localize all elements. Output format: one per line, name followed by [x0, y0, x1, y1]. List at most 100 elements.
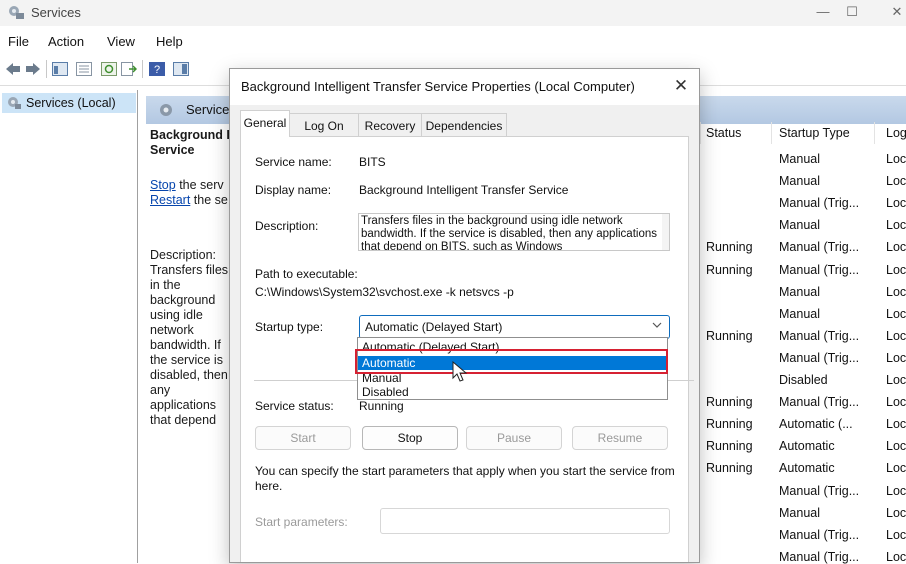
- maximize-button[interactable]: ☐: [842, 3, 862, 21]
- menu-view[interactable]: View: [107, 34, 135, 49]
- column-header-status[interactable]: Status: [706, 126, 741, 140]
- row-log-on: Loc: [886, 351, 906, 365]
- row-startup-type: Automatic (...: [779, 417, 853, 431]
- services-gear-icon: [6, 95, 22, 110]
- dialog-close-button[interactable]: ✕: [670, 75, 692, 97]
- console-tree: Services (Local): [0, 90, 138, 563]
- column-header-log-on[interactable]: Log: [886, 126, 906, 140]
- display-name-label: Display name:: [255, 183, 332, 197]
- column-header-startup-type[interactable]: Startup Type: [779, 126, 850, 140]
- column-separator: [700, 122, 701, 144]
- panel-header-label: Service: [186, 102, 230, 117]
- row-startup-type: Manual (Trig...: [779, 263, 860, 277]
- row-log-on: Loc: [886, 307, 906, 321]
- column-separator: [874, 122, 875, 144]
- row-log-on: Loc: [886, 329, 906, 343]
- row-log-on: Loc: [886, 263, 906, 277]
- highlight-annotation-box: [355, 349, 668, 374]
- export-list-icon[interactable]: [121, 62, 138, 76]
- row-status: Running: [706, 417, 753, 431]
- row-startup-type: Manual: [779, 174, 820, 188]
- menu-help[interactable]: Help: [156, 34, 183, 49]
- row-startup-type: Manual (Trig...: [779, 351, 860, 365]
- service-name-value: BITS: [359, 155, 386, 169]
- row-status: Running: [706, 395, 753, 409]
- display-name-value: Background Intelligent Transfer Service: [359, 183, 569, 197]
- start-params-input[interactable]: [380, 508, 670, 534]
- tree-item-label: Services (Local): [26, 96, 116, 110]
- path-value: C:\Windows\System32\svchost.exe -k netsv…: [255, 285, 514, 299]
- row-startup-type: Disabled: [779, 373, 828, 387]
- restart-link-rest: the se: [190, 193, 228, 207]
- resume-button[interactable]: Resume: [572, 426, 668, 450]
- row-status: Running: [706, 461, 753, 475]
- row-log-on: Loc: [886, 550, 906, 564]
- tab-recovery[interactable]: Recovery: [358, 113, 422, 136]
- row-status: Running: [706, 263, 753, 277]
- row-startup-type: Manual (Trig...: [779, 484, 860, 498]
- row-log-on: Loc: [886, 196, 906, 210]
- tree-item-services-local[interactable]: Services (Local): [2, 93, 136, 113]
- stop-link-rest: the serv: [175, 178, 224, 192]
- row-log-on: Loc: [886, 439, 906, 453]
- row-startup-type: Manual (Trig...: [779, 550, 860, 564]
- row-log-on: Loc: [886, 285, 906, 299]
- window-title: Services: [31, 5, 81, 20]
- stop-service-link[interactable]: Stop: [150, 178, 176, 192]
- row-log-on: Loc: [886, 218, 906, 232]
- row-startup-type: Manual: [779, 506, 820, 520]
- row-log-on: Loc: [886, 417, 906, 431]
- row-startup-type: Automatic: [779, 461, 835, 475]
- option-disabled[interactable]: Disabled: [358, 385, 667, 399]
- dialog-title-bar: Background Intelligent Transfer Service …: [230, 69, 699, 105]
- show-pane-icon[interactable]: [173, 62, 189, 76]
- service-description-text: Description: Transfers files in the back…: [150, 248, 229, 427]
- menu-bar: File Action View Help: [0, 30, 906, 52]
- menu-file[interactable]: File: [8, 34, 29, 49]
- start-button[interactable]: Start: [255, 426, 351, 450]
- row-startup-type: Manual: [779, 152, 820, 166]
- row-status: Running: [706, 240, 753, 254]
- description-scrollbar[interactable]: [662, 214, 669, 250]
- title-bar: Services — ☐ ✕: [0, 0, 906, 26]
- stop-button[interactable]: Stop: [362, 426, 458, 450]
- properties-dialog: Background Intelligent Transfer Service …: [229, 68, 700, 563]
- pause-button[interactable]: Pause: [466, 426, 562, 450]
- row-log-on: Loc: [886, 528, 906, 542]
- dialog-title: Background Intelligent Transfer Service …: [241, 79, 635, 94]
- description-textbox[interactable]: Transfers files in the background using …: [358, 213, 670, 251]
- row-log-on: Loc: [886, 506, 906, 520]
- start-params-hint: You can specify the start parameters tha…: [255, 464, 675, 493]
- tab-dependencies[interactable]: Dependencies: [421, 113, 507, 136]
- row-log-on: Loc: [886, 152, 906, 166]
- back-arrow-icon[interactable]: [5, 62, 21, 76]
- forward-arrow-icon[interactable]: [25, 62, 41, 76]
- row-startup-type: Manual (Trig...: [779, 329, 860, 343]
- row-log-on: Loc: [886, 240, 906, 254]
- row-status: Running: [706, 439, 753, 453]
- startup-type-select[interactable]: Automatic (Delayed Start): [359, 315, 670, 339]
- service-status-value: Running: [359, 399, 404, 413]
- row-log-on: Loc: [886, 395, 906, 409]
- tab-general[interactable]: General: [240, 110, 290, 137]
- row-startup-type: Manual: [779, 218, 820, 232]
- row-startup-type: Manual (Trig...: [779, 240, 860, 254]
- minimize-button[interactable]: —: [813, 3, 833, 21]
- close-window-button[interactable]: ✕: [887, 3, 906, 21]
- menu-action[interactable]: Action: [48, 34, 84, 49]
- row-startup-type: Manual (Trig...: [779, 528, 860, 542]
- description-value: Transfers files in the background using …: [361, 215, 657, 251]
- refresh-icon[interactable]: [101, 62, 117, 76]
- toolbar-divider: [46, 60, 47, 78]
- column-separator: [771, 122, 772, 144]
- row-log-on: Loc: [886, 484, 906, 498]
- row-log-on: Loc: [886, 461, 906, 475]
- services-gear-icon: [158, 102, 174, 118]
- tab-log-on[interactable]: Log On: [289, 113, 359, 136]
- help-icon[interactable]: ?: [149, 62, 165, 76]
- properties-sheet-icon[interactable]: [76, 62, 92, 76]
- console-tree-icon[interactable]: [52, 62, 68, 76]
- row-startup-type: Manual: [779, 285, 820, 299]
- service-status-label: Service status:: [255, 399, 334, 413]
- restart-service-link[interactable]: Restart: [150, 193, 190, 207]
